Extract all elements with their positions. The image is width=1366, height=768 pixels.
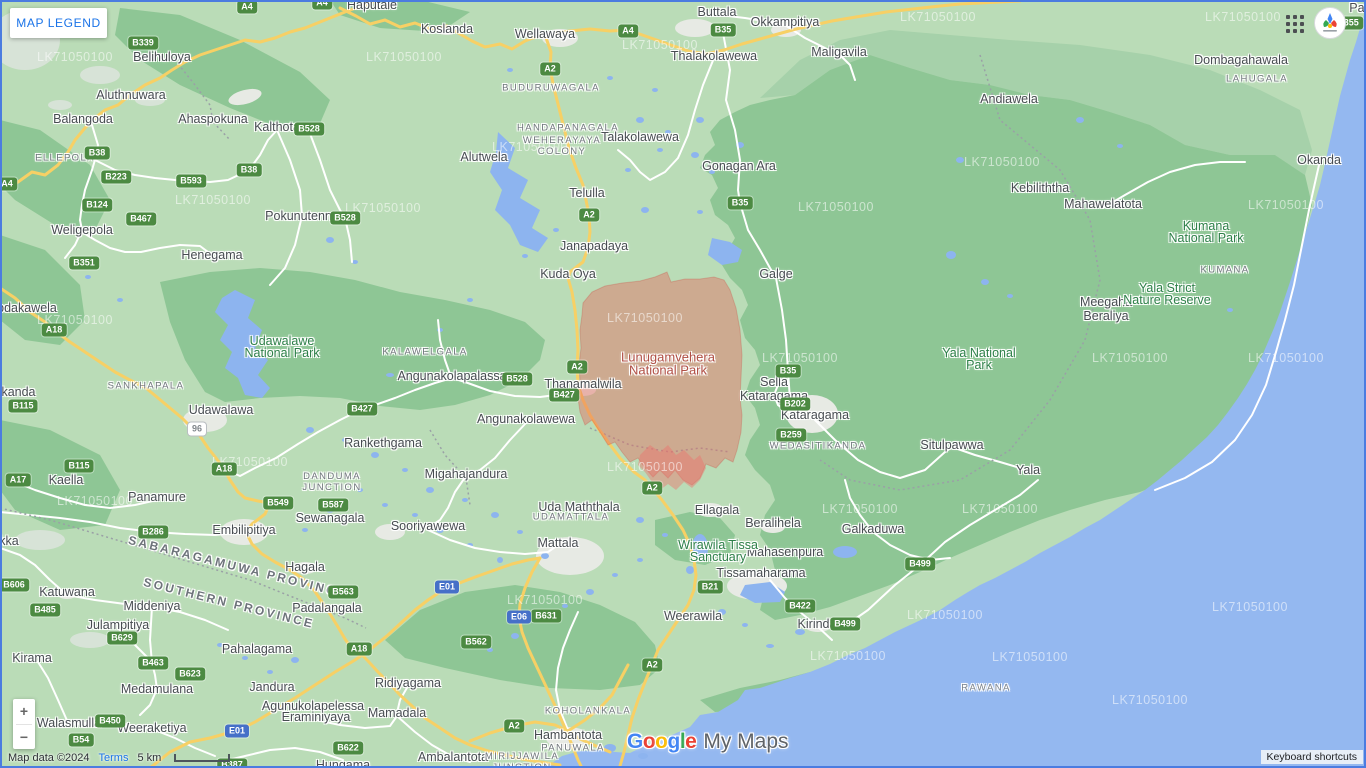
zoom-out-button[interactable]: −: [13, 725, 35, 750]
zoom-in-button[interactable]: +: [13, 699, 35, 724]
map-legend-button[interactable]: MAP LEGEND: [10, 8, 107, 38]
terms-link[interactable]: Terms: [99, 752, 129, 764]
map-terrain: [0, 0, 1366, 768]
my-maps-label: My Maps: [703, 730, 788, 754]
custom-place-marker-logo-icon[interactable]: [1313, 6, 1347, 40]
attribution-bar: Map data ©2024 Terms 5 km: [8, 752, 230, 764]
keyboard-shortcuts-button[interactable]: Keyboard shortcuts: [1261, 750, 1363, 764]
map-data-copyright: Map data ©2024: [8, 752, 90, 764]
my-maps-canvas[interactable]: LK71050100LK71050100LK71050100LK71050100…: [0, 0, 1366, 768]
google-logo: Google: [627, 730, 696, 754]
scale-label: 5 km: [137, 752, 161, 764]
scale-bar: [174, 754, 230, 762]
google-my-maps-watermark: Google My Maps: [627, 730, 789, 754]
apps-grid-icon[interactable]: [1286, 15, 1305, 34]
zoom-control: + −: [13, 699, 35, 749]
